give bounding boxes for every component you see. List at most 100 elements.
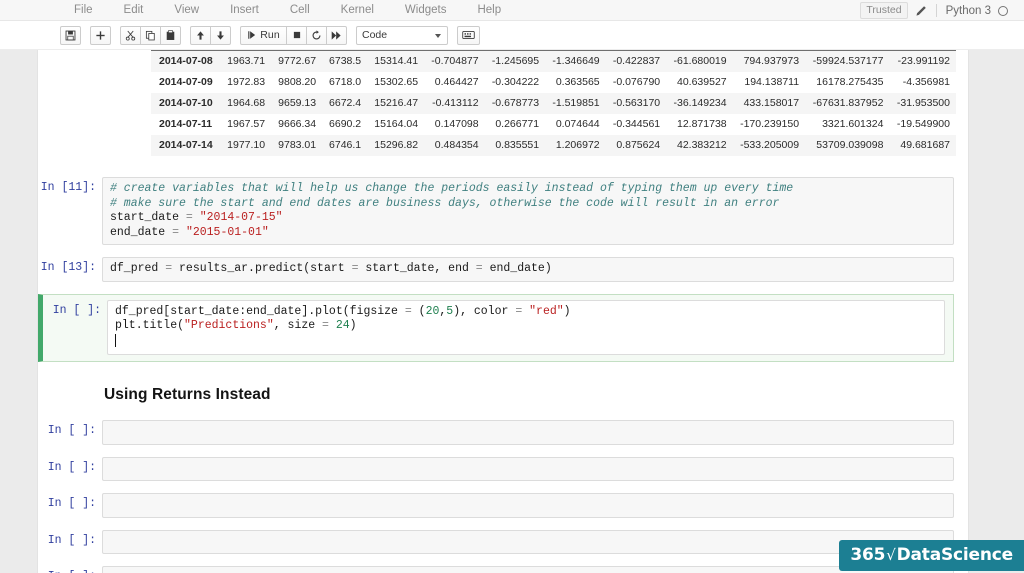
empty-code-cell[interactable]: In [ ]:: [38, 566, 968, 573]
table-row: 2014-07-141977.109783.016746.115296.820.…: [151, 135, 956, 156]
code-cell-11[interactable]: In [11]: # create variables that will he…: [38, 177, 968, 245]
table-cell: 3321.601324: [805, 114, 889, 135]
menu-item-insert[interactable]: Insert: [222, 0, 267, 21]
table-cell: 0.074644: [545, 114, 606, 135]
sel-seg-8: , size: [274, 319, 322, 332]
table-cell: 9808.20: [271, 72, 322, 93]
logo-prefix: 365: [850, 545, 885, 565]
cell-input-selected[interactable]: df_pred[start_date:end_date].plot(figsiz…: [107, 300, 945, 356]
table-cell: -31.953500: [889, 93, 956, 114]
toolbar-group-command-palette: [457, 26, 480, 45]
menu-item-view[interactable]: View: [166, 0, 207, 21]
sel-seg-9: [329, 319, 336, 332]
toolbar-group-edit: [120, 26, 181, 45]
dataframe-table: 2014-07-081963.719772.676738.515314.41-0…: [151, 51, 956, 156]
menu-item-file[interactable]: File: [66, 0, 101, 21]
table-cell: -0.304222: [485, 72, 546, 93]
table-cell: 0.484354: [424, 135, 485, 156]
cell-input-13[interactable]: df_pred = results_ar.predict(start = sta…: [102, 257, 954, 282]
table-cell: 6672.4: [322, 93, 367, 114]
table-cell: 15314.41: [367, 51, 424, 72]
dataframe-output[interactable]: 2014-07-081963.719772.676738.515314.41-0…: [151, 50, 956, 156]
menu-divider: [936, 4, 937, 17]
pencil-icon[interactable]: [915, 5, 927, 17]
sel-op-1: =: [405, 305, 412, 318]
restart-and-run-all-button[interactable]: [326, 26, 347, 45]
table-cell: 6738.5: [322, 51, 367, 72]
sel-seg-10: ): [350, 319, 357, 332]
paste-cell-button[interactable]: [160, 26, 181, 45]
copy-cell-button[interactable]: [140, 26, 161, 45]
empty-code-cell[interactable]: In [ ]:: [38, 420, 968, 445]
menu-bar-right: Trusted Python 3: [860, 0, 1008, 21]
move-cell-down-button[interactable]: [210, 26, 231, 45]
restart-kernel-button[interactable]: [306, 26, 327, 45]
empty-code-cell[interactable]: In [ ]:: [38, 457, 968, 482]
table-cell: -0.344561: [606, 114, 667, 135]
menu-item-cell[interactable]: Cell: [282, 0, 318, 21]
table-cell: 15302.65: [367, 72, 424, 93]
table-cell: 0.464427: [424, 72, 485, 93]
table-cell-index: 2014-07-10: [151, 93, 220, 114]
table-cell: 9772.67: [271, 51, 322, 72]
insert-cell-below-button[interactable]: [90, 26, 111, 45]
code-seg-2: results_ar.predict(start: [172, 262, 351, 275]
table-cell: -1.346649: [545, 51, 606, 72]
table-cell: 15164.04: [367, 114, 424, 135]
cell-prompt-13: In [13]:: [38, 257, 102, 274]
save-button[interactable]: [60, 26, 81, 45]
table-cell-index: 2014-07-11: [151, 114, 220, 135]
table-cell: 1964.68: [220, 93, 271, 114]
run-button-label: Run: [260, 29, 280, 41]
cell-input-empty[interactable]: [102, 493, 954, 518]
menu-item-widgets[interactable]: Widgets: [397, 0, 455, 21]
table-cell: 16178.275435: [805, 72, 889, 93]
notebook-canvas[interactable]: 2014-07-081963.719772.676738.515314.41-0…: [37, 50, 969, 573]
cell-input-empty[interactable]: [102, 530, 954, 555]
move-cell-up-button[interactable]: [190, 26, 211, 45]
sel-op-3: =: [322, 319, 329, 332]
markdown-cell-heading[interactable]: Using Returns Instead: [38, 382, 968, 404]
table-row: 2014-07-101964.689659.136672.415216.47-0…: [151, 93, 956, 114]
empty-code-cell[interactable]: In [ ]:: [38, 530, 968, 555]
table-cell: 1967.57: [220, 114, 271, 135]
empty-code-cell[interactable]: In [ ]:: [38, 493, 968, 518]
interrupt-kernel-button[interactable]: [286, 26, 307, 45]
menu-item-kernel[interactable]: Kernel: [333, 0, 382, 21]
table-cell: 0.835551: [485, 135, 546, 156]
table-cell: 1977.10: [220, 135, 271, 156]
sel-seg-7: plt.title(: [115, 319, 184, 332]
table-cell: 0.363565: [545, 72, 606, 93]
cell-input-11[interactable]: # create variables that will help us cha…: [102, 177, 954, 245]
code-op-1: =: [186, 211, 193, 224]
cut-cell-button[interactable]: [120, 26, 141, 45]
empty-cells-container: In [ ]: In [ ]: In [ ]: In [ ]: In [ ]:: [38, 420, 968, 573]
menu-item-edit[interactable]: Edit: [116, 0, 152, 21]
toolbar-group-move: [190, 26, 231, 45]
toolbar-group-insert: [90, 26, 111, 45]
cell-type-select[interactable]: Code: [356, 26, 448, 45]
table-cell-index: 2014-07-08: [151, 51, 220, 72]
table-cell: -36.149234: [666, 93, 732, 114]
code-cell-13[interactable]: In [13]: df_pred = results_ar.predict(st…: [38, 257, 968, 282]
selected-code-cell[interactable]: In [ ]: df_pred[start_date:end_date].plo…: [38, 294, 954, 363]
toolbar-group-save: [60, 26, 81, 45]
cell-prompt-empty: In [ ]:: [38, 457, 102, 474]
code-comment-line-2: # make sure the start and end dates are …: [110, 197, 779, 210]
cell-input-empty[interactable]: [102, 457, 954, 482]
table-cell: -0.678773: [485, 93, 546, 114]
table-cell: 1972.83: [220, 72, 271, 93]
table-cell: -19.549900: [889, 114, 956, 135]
sel-string-predictions: "Predictions": [184, 319, 274, 332]
open-command-palette-button[interactable]: [457, 26, 480, 45]
table-cell: 1.206972: [545, 135, 606, 156]
run-cell-button[interactable]: Run: [240, 26, 287, 45]
menu-item-help[interactable]: Help: [469, 0, 509, 21]
cell-input-empty[interactable]: [102, 566, 954, 573]
code-var-start-date: start_date: [110, 211, 179, 224]
table-cell: -67631.837952: [805, 93, 889, 114]
cell-input-empty[interactable]: [102, 420, 954, 445]
table-cell: 40.639527: [666, 72, 732, 93]
table-cell: -1.519851: [545, 93, 606, 114]
table-cell: 42.383212: [666, 135, 732, 156]
